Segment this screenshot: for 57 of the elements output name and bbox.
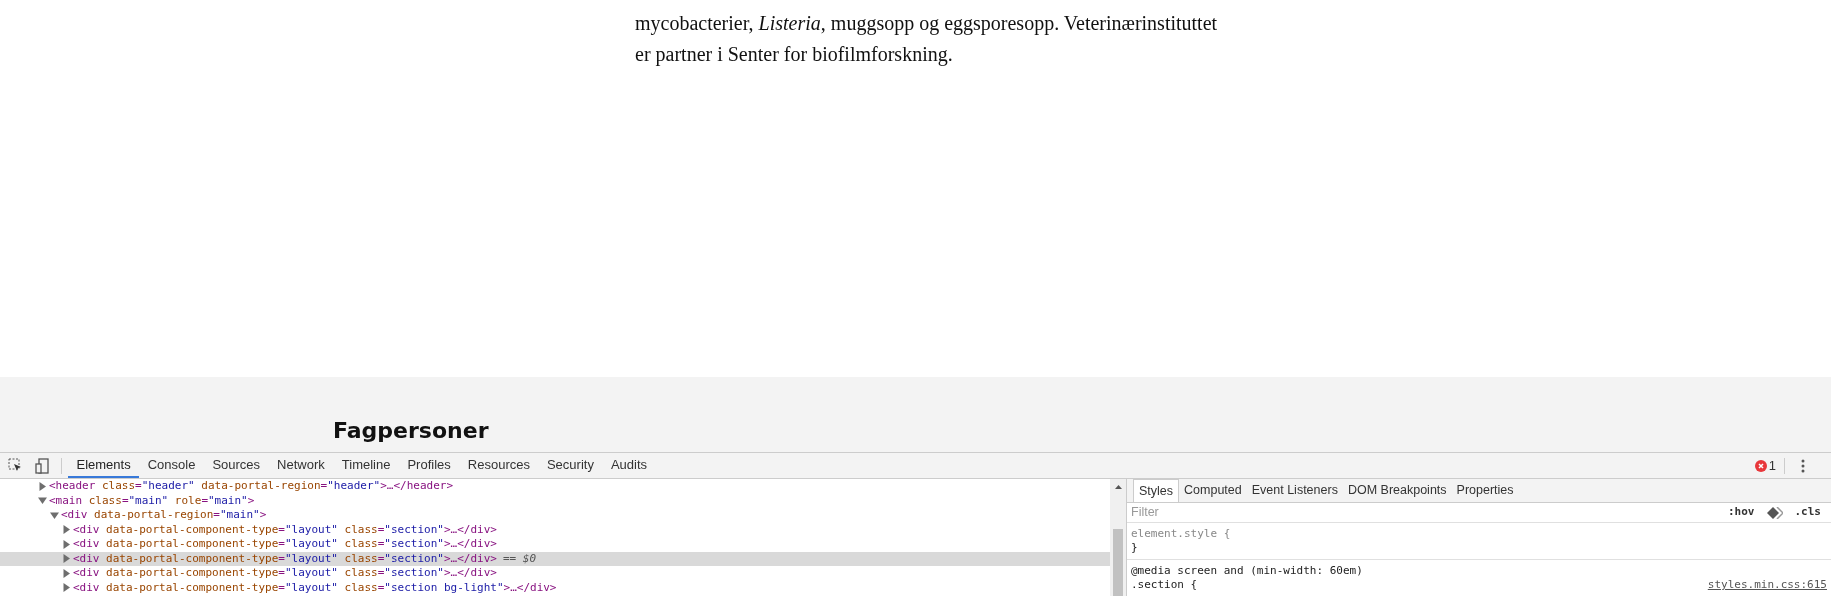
sidebar-tab[interactable]: DOM Breakpoints	[1342, 479, 1452, 502]
caret-right-icon[interactable]	[62, 525, 71, 535]
devtools-tab[interactable]: Profiles	[398, 453, 460, 478]
caret-down-icon[interactable]	[38, 496, 47, 506]
caret-down-icon[interactable]	[50, 510, 59, 520]
caret-right-icon[interactable]	[62, 539, 71, 549]
dom-node-markup: <div data-portal-component-type="layout" class="section">…</div>	[73, 550, 497, 567]
dom-node-markup: <div data-portal-region="main">	[61, 507, 267, 523]
selected-node-marker: == $0	[502, 550, 536, 567]
sidebar-tab[interactable]: Computed	[1179, 479, 1247, 502]
devtools-tab[interactable]: Console	[139, 453, 204, 478]
devtools-tab[interactable]: Network	[268, 453, 334, 478]
article-paragraph: mycobacterier, Listeria, muggsopp og eggsporesopp. Veterinærinstituttet er partner i Senter for biofilmforskning.	[635, 11, 1219, 68]
dom-node-row[interactable]: <div data-portal-region="main">	[0, 508, 1110, 523]
media-query: @media screen and (min-width: 60em)	[1131, 564, 1364, 578]
section-heading: Fagpersoner	[333, 417, 490, 445]
more-options-icon[interactable]	[1801, 458, 1805, 473]
devtools-tab[interactable]: Resources	[459, 453, 539, 478]
dom-node-row[interactable]: <div data-portal-component-type="layout" class="section">…</div> == $0	[0, 551, 1110, 566]
rule-close-brace: }	[1131, 541, 1139, 555]
devtools-tab[interactable]: Timeline	[333, 453, 399, 478]
dom-node-markup: <div data-portal-component-type="layout" class="section bg-light">…</div>	[73, 579, 557, 596]
scroll-up-icon[interactable]	[1114, 485, 1122, 489]
rule-selector: element.style {	[1131, 527, 1231, 541]
dom-node-markup: <div data-portal-component-type="layout" class="section">…</div>	[73, 521, 497, 538]
devtools-tab[interactable]: Sources	[203, 453, 269, 478]
dom-node-row[interactable]: <header class="header" data-portal-region="header">…</header>	[0, 479, 1110, 494]
class-button[interactable]: .cls	[1794, 504, 1821, 521]
error-icon[interactable]	[1754, 459, 1767, 472]
scrollbar-thumb[interactable]	[1113, 529, 1123, 596]
inspect-element-icon[interactable]	[8, 458, 23, 473]
dom-node-markup: <div data-portal-component-type="layout" class="section">…</div>	[73, 565, 497, 581]
caret-right-icon[interactable]	[62, 583, 71, 593]
dom-node-markup: <header class="header" data-portal-region="header">…</header>	[49, 479, 454, 494]
dom-node-markup: <div data-portal-component-type="layout" class="section">…</div>	[73, 536, 497, 552]
dom-node-markup: <main class="main" role="main">	[49, 492, 255, 509]
rule-selector: .section {	[1131, 578, 1198, 592]
caret-right-icon[interactable]	[62, 554, 71, 564]
dom-node-row[interactable]: <div data-portal-component-type="layout" class="section bg-light">…</div>	[0, 580, 1110, 595]
devtools-tab[interactable]: Security	[538, 453, 603, 478]
dom-node-row[interactable]: <div data-portal-component-type="layout" class="section">…</div>	[0, 537, 1110, 552]
error-count[interactable]: 1	[1768, 455, 1776, 476]
dom-node-row[interactable]: <div data-portal-component-type="layout" class="section">…</div>	[0, 566, 1110, 581]
dom-node-row[interactable]: <div data-portal-component-type="layout" class="section">…</div>	[0, 522, 1110, 537]
diamond-icon[interactable]	[1766, 506, 1783, 519]
dom-node-row[interactable]: <main class="main" role="main">	[0, 493, 1110, 508]
caret-right-icon[interactable]	[38, 481, 47, 491]
hover-state-button[interactable]: :hov	[1728, 504, 1755, 521]
device-toolbar-icon[interactable]	[35, 457, 49, 474]
sidebar-tab[interactable]: Styles	[1133, 479, 1180, 502]
devtools-tab[interactable]: Audits	[602, 453, 656, 478]
caret-right-icon[interactable]	[62, 568, 71, 578]
stylesheet-link[interactable]: styles.min.css:615	[1707, 578, 1827, 592]
scrollbar[interactable]	[1110, 479, 1127, 596]
filter-field[interactable]: Filter	[1131, 503, 1728, 522]
sidebar-tab[interactable]: Properties	[1451, 479, 1519, 502]
sidebar-tab[interactable]: Event Listeners	[1246, 479, 1343, 502]
